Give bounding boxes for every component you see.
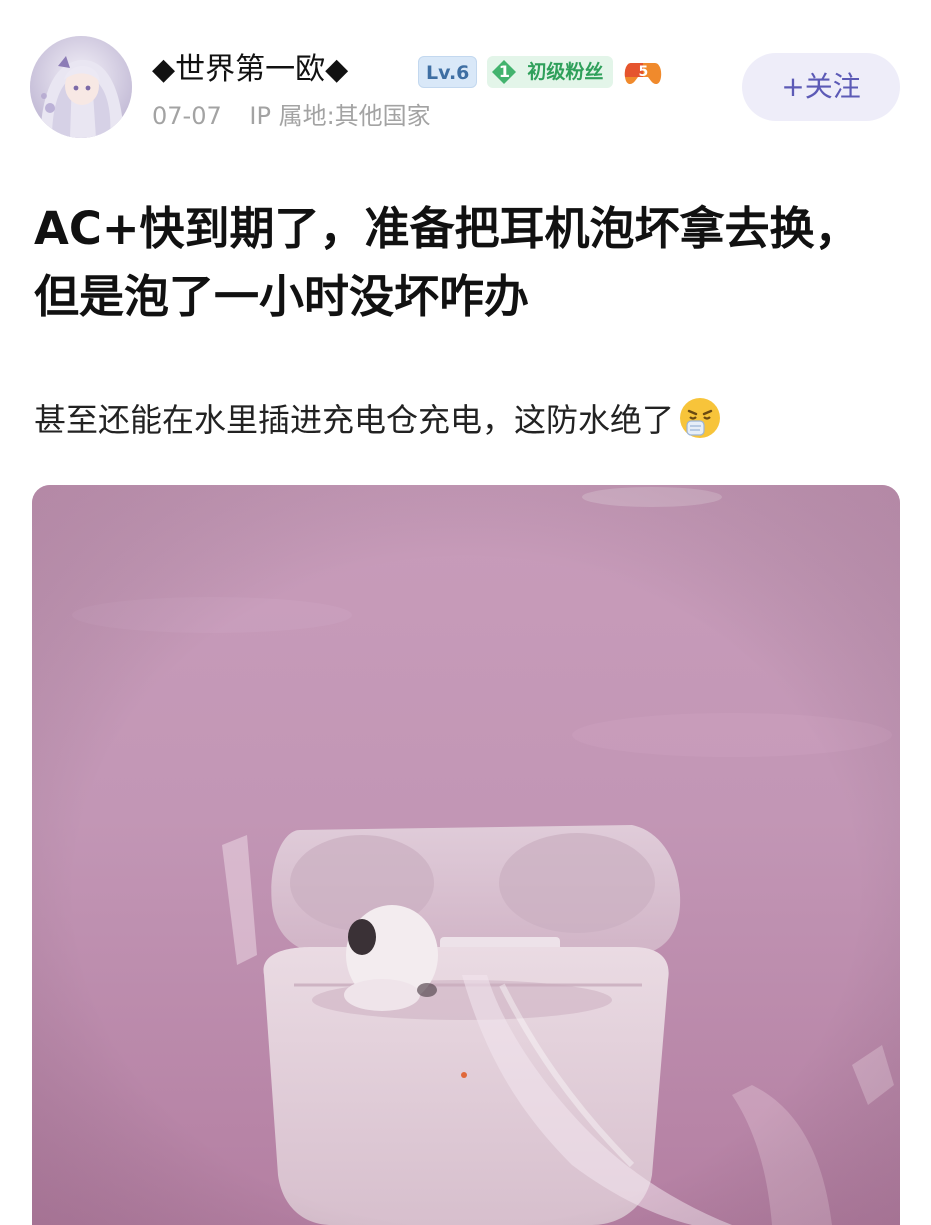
post-meta: 07-07 IP 属地:其他国家 (152, 100, 431, 132)
anime-girl-avatar-icon (30, 36, 132, 138)
level-badge: Lv.6 (418, 56, 478, 88)
fan-badge[interactable]: 1 初级粉丝 (487, 56, 614, 88)
game-level-badge[interactable]: 5 (623, 55, 663, 89)
fan-badge-level: 1 (498, 62, 510, 81)
post-date: 07-07 (152, 102, 222, 130)
airpods-in-water-photo (32, 485, 900, 1225)
post-header: ◆世界第一欧◆ Lv.6 1 初级粉丝 5 07-07 IP 属地:其他国家 +… (0, 0, 931, 150)
post-body-text: 甚至还能在水里插进充电仓充电，这防水绝了 (34, 401, 675, 439)
avatar[interactable] (30, 36, 132, 138)
post-body: 甚至还能在水里插进充电仓充电，这防水绝了 (34, 396, 894, 444)
ip-location: IP 属地:其他国家 (249, 102, 431, 130)
fan-badge-label: 初级粉丝 (527, 61, 604, 83)
author-name[interactable]: ◆世界第一欧◆ (152, 50, 348, 90)
game-badge-level: 5 (638, 64, 649, 80)
author-badges: Lv.6 1 初级粉丝 5 (418, 55, 663, 89)
post-title: AC+快到期了，准备把耳机泡坏拿去换，但是泡了一小时没坏咋办 (34, 202, 860, 323)
follow-button[interactable]: +关注 (742, 53, 900, 121)
post-photo[interactable] (32, 485, 900, 1225)
sneezing-face-emoji-icon (680, 398, 721, 438)
